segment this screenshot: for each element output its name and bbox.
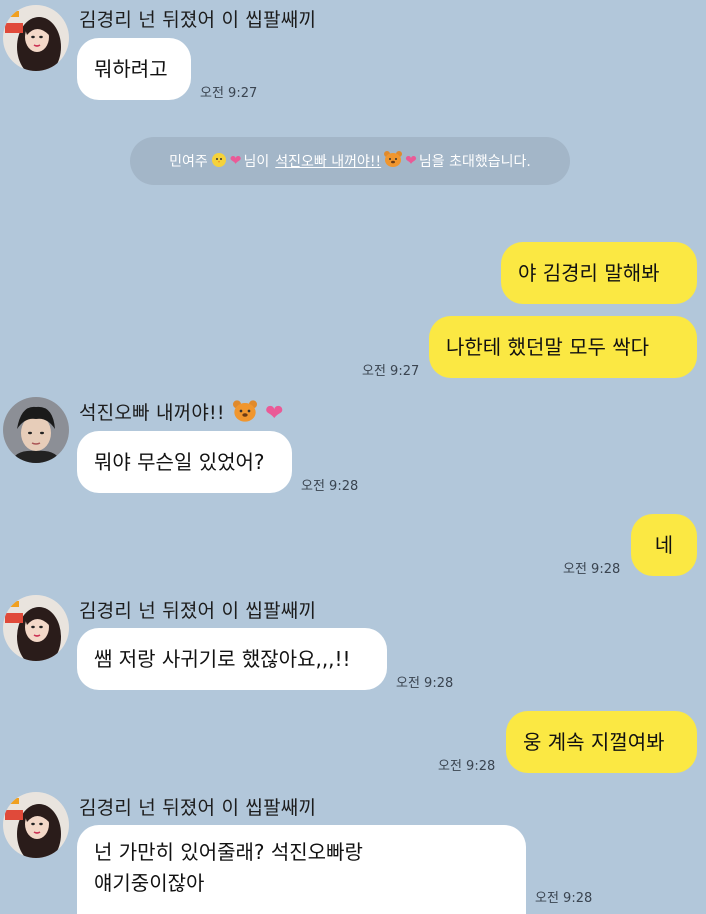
message-bubble-outgoing[interactable]: 네: [631, 514, 697, 576]
message-time: 오전 9:28: [438, 759, 496, 774]
message-time: 오전 9:28: [396, 676, 454, 691]
heart-icon: ❤: [229, 153, 242, 169]
heart-icon: ❤: [405, 153, 417, 169]
message-text: 나한테 했던말 모두 싹다: [446, 335, 650, 359]
message-bubble-incoming[interactable]: 쌤 저랑 사귀기로 했잖아요,,,!!: [77, 628, 387, 690]
message-text-line: 넌 가만히 있어줄래? 석진오빠랑: [94, 840, 363, 864]
notice-inviter: 민여주: [169, 154, 208, 170]
notice-suffix: 님을 초대했습니다.: [418, 154, 531, 170]
avatar-kim-icon[interactable]: [3, 5, 69, 71]
sender-name: 김경리 넌 뒤졌어 이 씹팔쌔끼: [79, 797, 317, 819]
avatar-kim-icon[interactable]: [3, 792, 69, 858]
message-text: 뭐하려고: [94, 57, 168, 81]
message-text-line: 얘기중이잖아: [94, 871, 205, 895]
message-bubble-incoming[interactable]: 뭐하려고: [77, 38, 191, 100]
message-text: 웅 계속 지껄여봐: [523, 730, 665, 754]
bear-face-icon: [231, 399, 259, 428]
message-text: 뭐야 무슨일 있었어?: [94, 450, 265, 474]
system-invite-notice: 민여주 ❤ 님이 석진오빠 내꺼야!! ❤ 님을 초대했습니다.: [130, 137, 570, 185]
message-time: 오전 9:28: [301, 479, 359, 494]
notice-invitee-link[interactable]: 석진오빠 내꺼야!!: [275, 151, 381, 171]
message-text: 야 김경리 말해봐: [518, 261, 660, 285]
message-text: 네: [654, 533, 674, 557]
avatar-kim-icon[interactable]: [3, 595, 69, 661]
message-time: 오전 9:28: [563, 562, 621, 577]
sender-name: 김경리 넌 뒤졌어 이 씹팔쌔끼: [79, 600, 317, 622]
notice-middle: 님이: [243, 154, 270, 170]
bear-face-icon: [383, 150, 403, 172]
message-bubble-outgoing[interactable]: 야 김경리 말해봐: [501, 242, 697, 304]
message-bubble-incoming[interactable]: 뭐야 무슨일 있었어?: [77, 431, 292, 493]
message-text: 쌤 저랑 사귀기로 했잖아요,,,!!: [94, 647, 351, 671]
message-bubble-outgoing[interactable]: 웅 계속 지껄여봐: [506, 711, 697, 773]
sender-name-text: 석진오빠 내꺼야!!: [79, 402, 225, 424]
message-bubble-incoming[interactable]: 넌 가만히 있어줄래? 석진오빠랑 얘기중이잖아: [77, 825, 526, 914]
message-time: 오전 9:27: [362, 364, 420, 379]
avatar-seokjin-icon[interactable]: [3, 397, 69, 463]
message-time: 오전 9:28: [535, 891, 593, 906]
heart-icon: ❤: [265, 401, 284, 426]
chick-icon: [210, 150, 228, 172]
message-bubble-outgoing[interactable]: 나한테 했던말 모두 싹다: [429, 316, 697, 378]
sender-name: 김경리 넌 뒤졌어 이 씹팔쌔끼: [79, 9, 317, 31]
message-time: 오전 9:27: [200, 86, 258, 101]
sender-name: 석진오빠 내꺼야!! ❤: [79, 398, 284, 428]
